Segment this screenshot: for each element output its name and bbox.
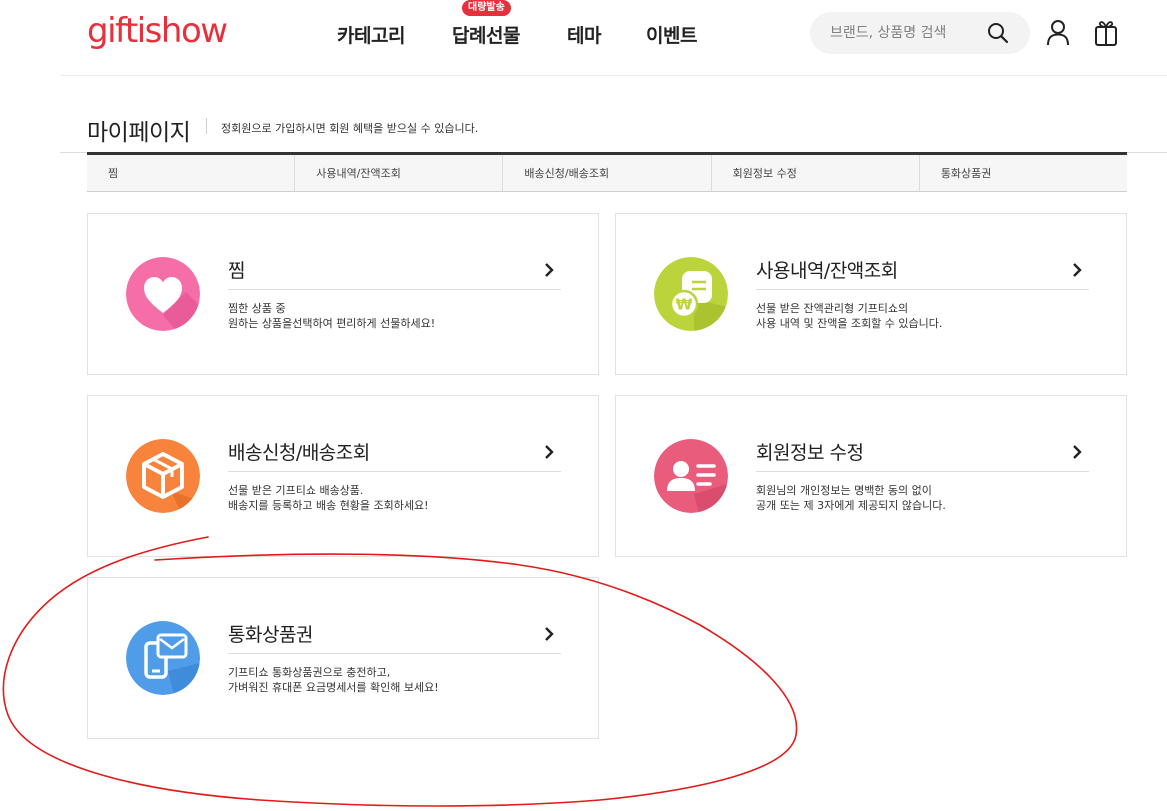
card-description-line: 배송지를 등록하고 배송 현황을 조회하세요! [228,499,429,512]
card-description-line: 사용 내역 및 잔액을 조회할 수 있습니다. [756,317,943,330]
card-description-line: 원하는 상품을선택하여 편리하게 선물하세요! [228,317,436,330]
chevron-right-icon[interactable] [542,261,556,279]
nav-return-gift[interactable]: 답례선물 [452,21,520,48]
card-usage-balance[interactable]: ₩ 사용내역/잔액조회 선물 받은 잔액관리형 기프티쇼의 사용 내역 및 잔액… [615,213,1127,375]
user-icon[interactable] [1046,20,1070,46]
card-divider [756,471,1089,472]
card-description: 선물 받은 잔액관리형 기프티쇼의 사용 내역 및 잔액을 조회할 수 있습니다… [756,301,942,331]
card-description-line: 기프티쇼 통화상품권으로 충전하고, [228,666,391,679]
card-divider [228,471,561,472]
card-description-line: 선물 받은 잔액관리형 기프티쇼의 [756,302,909,315]
svg-text:₩: ₩ [676,296,693,314]
phone-mail-icon [126,621,200,695]
page-description: 정회원으로 가입하시면 회원 혜택을 받으실 수 있습니다. [221,122,479,135]
giftishow-logo[interactable]: giftishow [87,11,228,51]
card-description: 선물 받은 기프티쇼 배송상품. 배송지를 등록하고 배송 현황을 조회하세요! [228,483,429,513]
bulk-send-badge: 대량발송 [462,0,511,16]
nav-theme[interactable]: 테마 [567,21,601,48]
chevron-right-icon[interactable] [542,625,556,643]
card-divider [228,289,561,290]
gift-box-icon[interactable] [1093,19,1119,47]
card-description: 회원님의 개인정보는 명백한 동의 없이 공개 또는 제 3자에게 제공되지 않… [756,483,946,513]
card-title: 사용내역/잔액조회 [756,260,898,282]
card-description-line: 회원님의 개인정보는 명백한 동의 없이 [756,484,932,497]
card-description-line: 찜한 상품 중 [228,302,286,315]
profile-icon [654,439,728,513]
box-icon [126,439,200,513]
header-divider [60,75,1167,76]
card-divider [228,653,561,654]
tab-phone-voucher[interactable]: 통화상품권 [918,155,1127,191]
card-description-line: 가벼워진 휴대폰 요금명세서를 확인해 보세요! [228,681,439,694]
search-icon[interactable] [987,22,1009,44]
tab-delivery[interactable]: 배송신청/배송조회 [502,155,710,191]
heart-icon [126,257,200,331]
card-description-line: 공개 또는 제 3자에게 제공되지 않습니다. [756,499,946,512]
site-header: giftishow 카테고리 대량발송 답례선물 테마 이벤트 [0,0,1167,76]
nav-event[interactable]: 이벤트 [646,21,697,48]
tab-member-info[interactable]: 회원정보 수정 [710,155,919,191]
card-delivery[interactable]: 배송신청/배송조회 선물 받은 기프티쇼 배송상품. 배송지를 등록하고 배송 … [87,395,599,557]
tab-wishlist[interactable]: 찜 [87,155,294,191]
search-input[interactable] [830,12,990,54]
nav-category[interactable]: 카테고리 [337,21,405,48]
page-title: 마이페이지 [87,120,191,146]
card-member-info[interactable]: 회원정보 수정 회원님의 개인정보는 명백한 동의 없이 공개 또는 제 3자에… [615,395,1127,557]
card-description: 찜한 상품 중 원하는 상품을선택하여 편리하게 선물하세요! [228,301,435,331]
card-title: 회원정보 수정 [756,442,864,464]
card-title: 찜 [228,260,245,282]
mypage-tabs: 찜 사용내역/잔액조회 배송신청/배송조회 회원정보 수정 통화상품권 [87,152,1127,192]
card-phone-voucher[interactable]: 통화상품권 기프티쇼 통화상품권으로 충전하고, 가벼워진 휴대폰 요금명세서를… [87,577,599,739]
title-separator [206,118,207,134]
card-description-line: 선물 받은 기프티쇼 배송상품. [228,484,364,497]
chevron-right-icon[interactable] [1070,443,1084,461]
chevron-right-icon[interactable] [1070,261,1084,279]
card-wishlist[interactable]: 찜 찜한 상품 중 원하는 상품을선택하여 편리하게 선물하세요! [87,213,599,375]
won-coin-icon: ₩ [654,257,728,331]
tab-usage-balance[interactable]: 사용내역/잔액조회 [294,155,502,191]
card-divider [756,289,1089,290]
card-title: 배송신청/배송조회 [228,442,370,464]
card-description: 기프티쇼 통화상품권으로 충전하고, 가벼워진 휴대폰 요금명세서를 확인해 보… [228,665,439,695]
card-title: 통화상품권 [228,624,313,646]
chevron-right-icon[interactable] [542,443,556,461]
